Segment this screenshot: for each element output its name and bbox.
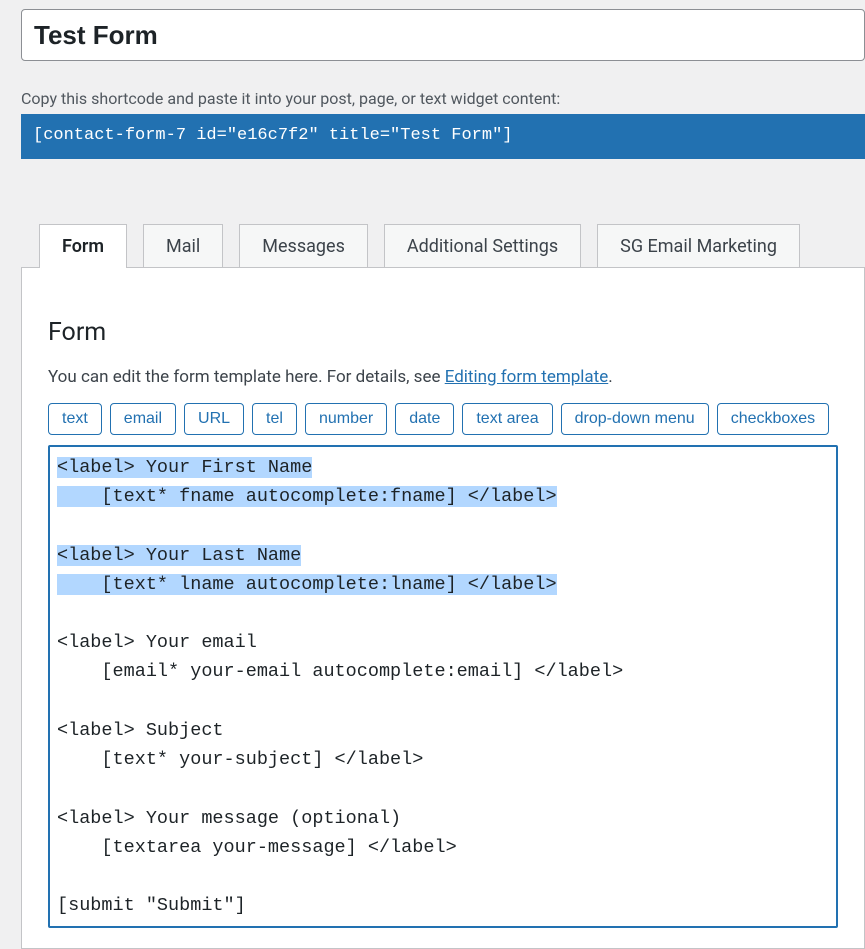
panel-desc-prefix: You can edit the form template here. For… [48,367,445,387]
tab-mail[interactable]: Mail [143,224,223,268]
tab-form[interactable]: Form [39,224,127,268]
tag-generator-toolbar: text email URL tel number date text area… [48,403,829,435]
tabs-bar: Form Mail Messages Additional Settings S… [21,224,865,268]
form-panel: Form You can edit the form template here… [21,267,865,949]
tag-button-textarea[interactable]: text area [462,403,552,435]
shortcode-helper-text: Copy this shortcode and paste it into yo… [21,89,865,108]
tab-messages[interactable]: Messages [239,224,368,268]
form-template-editor[interactable]: <label> Your First Name [text* fname aut… [48,445,838,929]
tag-button-number[interactable]: number [305,403,387,435]
tag-button-email[interactable]: email [110,403,176,435]
tag-button-url[interactable]: URL [184,403,244,435]
tag-button-text[interactable]: text [48,403,102,435]
tag-button-tel[interactable]: tel [252,403,297,435]
editing-form-template-link[interactable]: Editing form template [445,367,609,387]
panel-title: Form [48,318,838,347]
tab-sg-email-marketing[interactable]: SG Email Marketing [597,224,800,268]
tab-additional-settings[interactable]: Additional Settings [384,224,581,268]
tag-button-dropdown[interactable]: drop-down menu [561,403,709,435]
panel-description: You can edit the form template here. For… [48,367,838,387]
form-title-input[interactable] [21,9,865,61]
shortcode-display[interactable]: [contact-form-7 id="e16c7f2" title="Test… [21,114,865,159]
tag-button-date[interactable]: date [395,403,454,435]
editor-content[interactable]: <label> Your First Name [text* fname aut… [57,453,829,921]
tag-button-checkboxes[interactable]: checkboxes [717,403,830,435]
panel-desc-suffix: . [608,367,612,387]
